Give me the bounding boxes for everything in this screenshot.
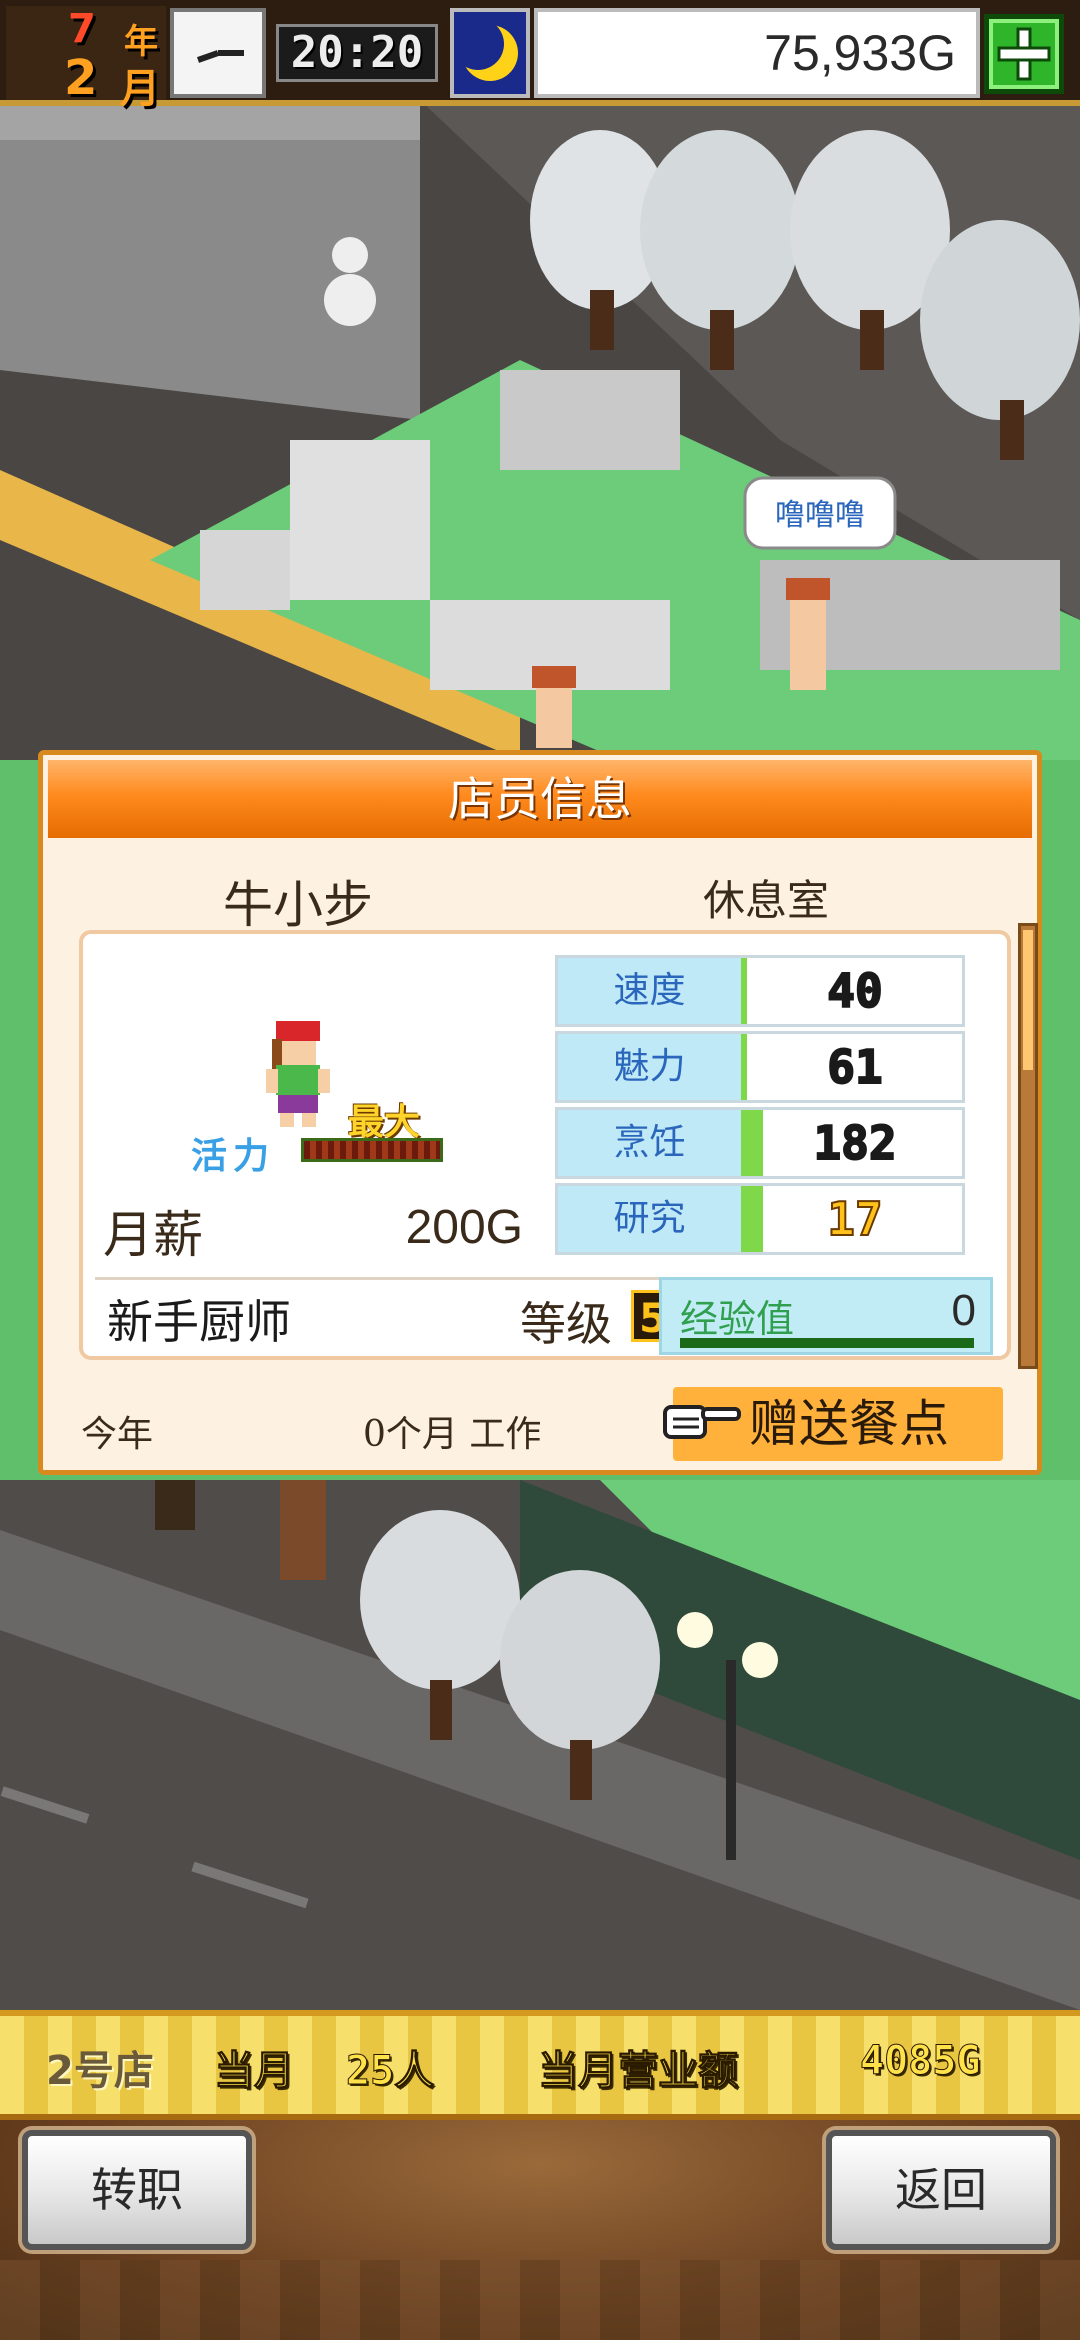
moon-icon — [450, 8, 530, 98]
time-display: 20:20 — [276, 24, 438, 82]
stat-label: 研究 — [558, 1186, 741, 1252]
stat-value: 182 — [812, 1115, 897, 1171]
stat-value: 61 — [826, 1039, 883, 1095]
months-worked: 0个月 工作 — [363, 1414, 542, 1455]
top-hud: 7 年 2 月 20:20 75,933G — [0, 0, 1080, 112]
experience-label: 经验值 — [680, 1297, 795, 1341]
chef-character-sprite — [266, 1021, 330, 1127]
staff-name: 牛小步 — [223, 876, 373, 934]
experience-value: 0 — [951, 1286, 976, 1335]
stat-label: 魅力 — [558, 1034, 741, 1100]
salary-value: 200G — [405, 1201, 523, 1254]
dialog-title: 店员信息 — [48, 760, 1032, 838]
gift-meal-label: 赠送餐点 — [749, 1395, 949, 1453]
plus-icon — [997, 27, 1051, 81]
stat-bar — [741, 1034, 747, 1100]
dialog-scrollbar[interactable] — [1018, 923, 1038, 1369]
stat-bar — [741, 958, 747, 1024]
stat-row-speed: 速度 40 — [555, 955, 965, 1027]
rank-title: 新手厨师 — [107, 1295, 291, 1349]
staff-location: 休息室 — [703, 876, 830, 925]
stat-value: 17 — [826, 1191, 883, 1247]
stat-label: 速度 — [558, 958, 741, 1024]
add-money-button[interactable] — [984, 14, 1064, 94]
stat-row-charm: 魅力 61 — [555, 1031, 965, 1103]
back-button[interactable]: 返回 — [826, 2130, 1056, 2250]
this-year-label: 今年 — [81, 1414, 154, 1455]
clock-icon — [170, 8, 266, 98]
speech-bubble-text: 噜噜噜 — [775, 498, 865, 533]
experience-box: 经验值 0 — [659, 1277, 993, 1355]
energy-bar — [301, 1138, 443, 1162]
month-customers-label: 当月 — [214, 2048, 295, 2095]
stat-value: 40 — [826, 963, 883, 1019]
salary-label: 月薪 — [103, 1206, 203, 1264]
month-unit: 月 — [120, 66, 160, 112]
customer-count: 25人 — [345, 2048, 435, 2095]
transfer-job-button[interactable]: 转职 — [22, 2130, 252, 2250]
month-number: 2 — [64, 50, 98, 106]
stat-row-research: 研究 17 — [555, 1183, 965, 1255]
monthly-sales-label: 当月营业额 — [538, 2048, 739, 2095]
shop-number: 2号店 — [46, 2048, 154, 2094]
money-display: 75,933G — [534, 8, 980, 98]
year-number: 7 — [68, 6, 96, 52]
staff-info-dialog: 店员信息 牛小步 休息室 最大 活力 月薪 200G 速度 40 魅力 61 烹… — [38, 750, 1042, 1475]
stat-row-cooking: 烹饪 182 — [555, 1107, 965, 1179]
pointing-hand-icon — [663, 1405, 741, 1439]
experience-bar — [680, 1338, 974, 1348]
rank-row: 新手厨师 等级 5 — [95, 1277, 675, 1351]
date-display: 7 年 2 月 — [6, 6, 166, 112]
shop-status-bar: 2号店 当月 25人 当月营业额 4085G — [0, 2010, 1080, 2120]
level-label: 等级 — [520, 1297, 612, 1351]
energy-label: 活力 — [191, 1136, 276, 1177]
monthly-sales-value: 4085G — [859, 2038, 981, 2085]
gift-meal-button[interactable]: 赠送餐点 — [663, 1387, 1003, 1461]
stat-label: 烹饪 — [558, 1110, 741, 1176]
scroll-thumb[interactable] — [1023, 930, 1033, 1070]
